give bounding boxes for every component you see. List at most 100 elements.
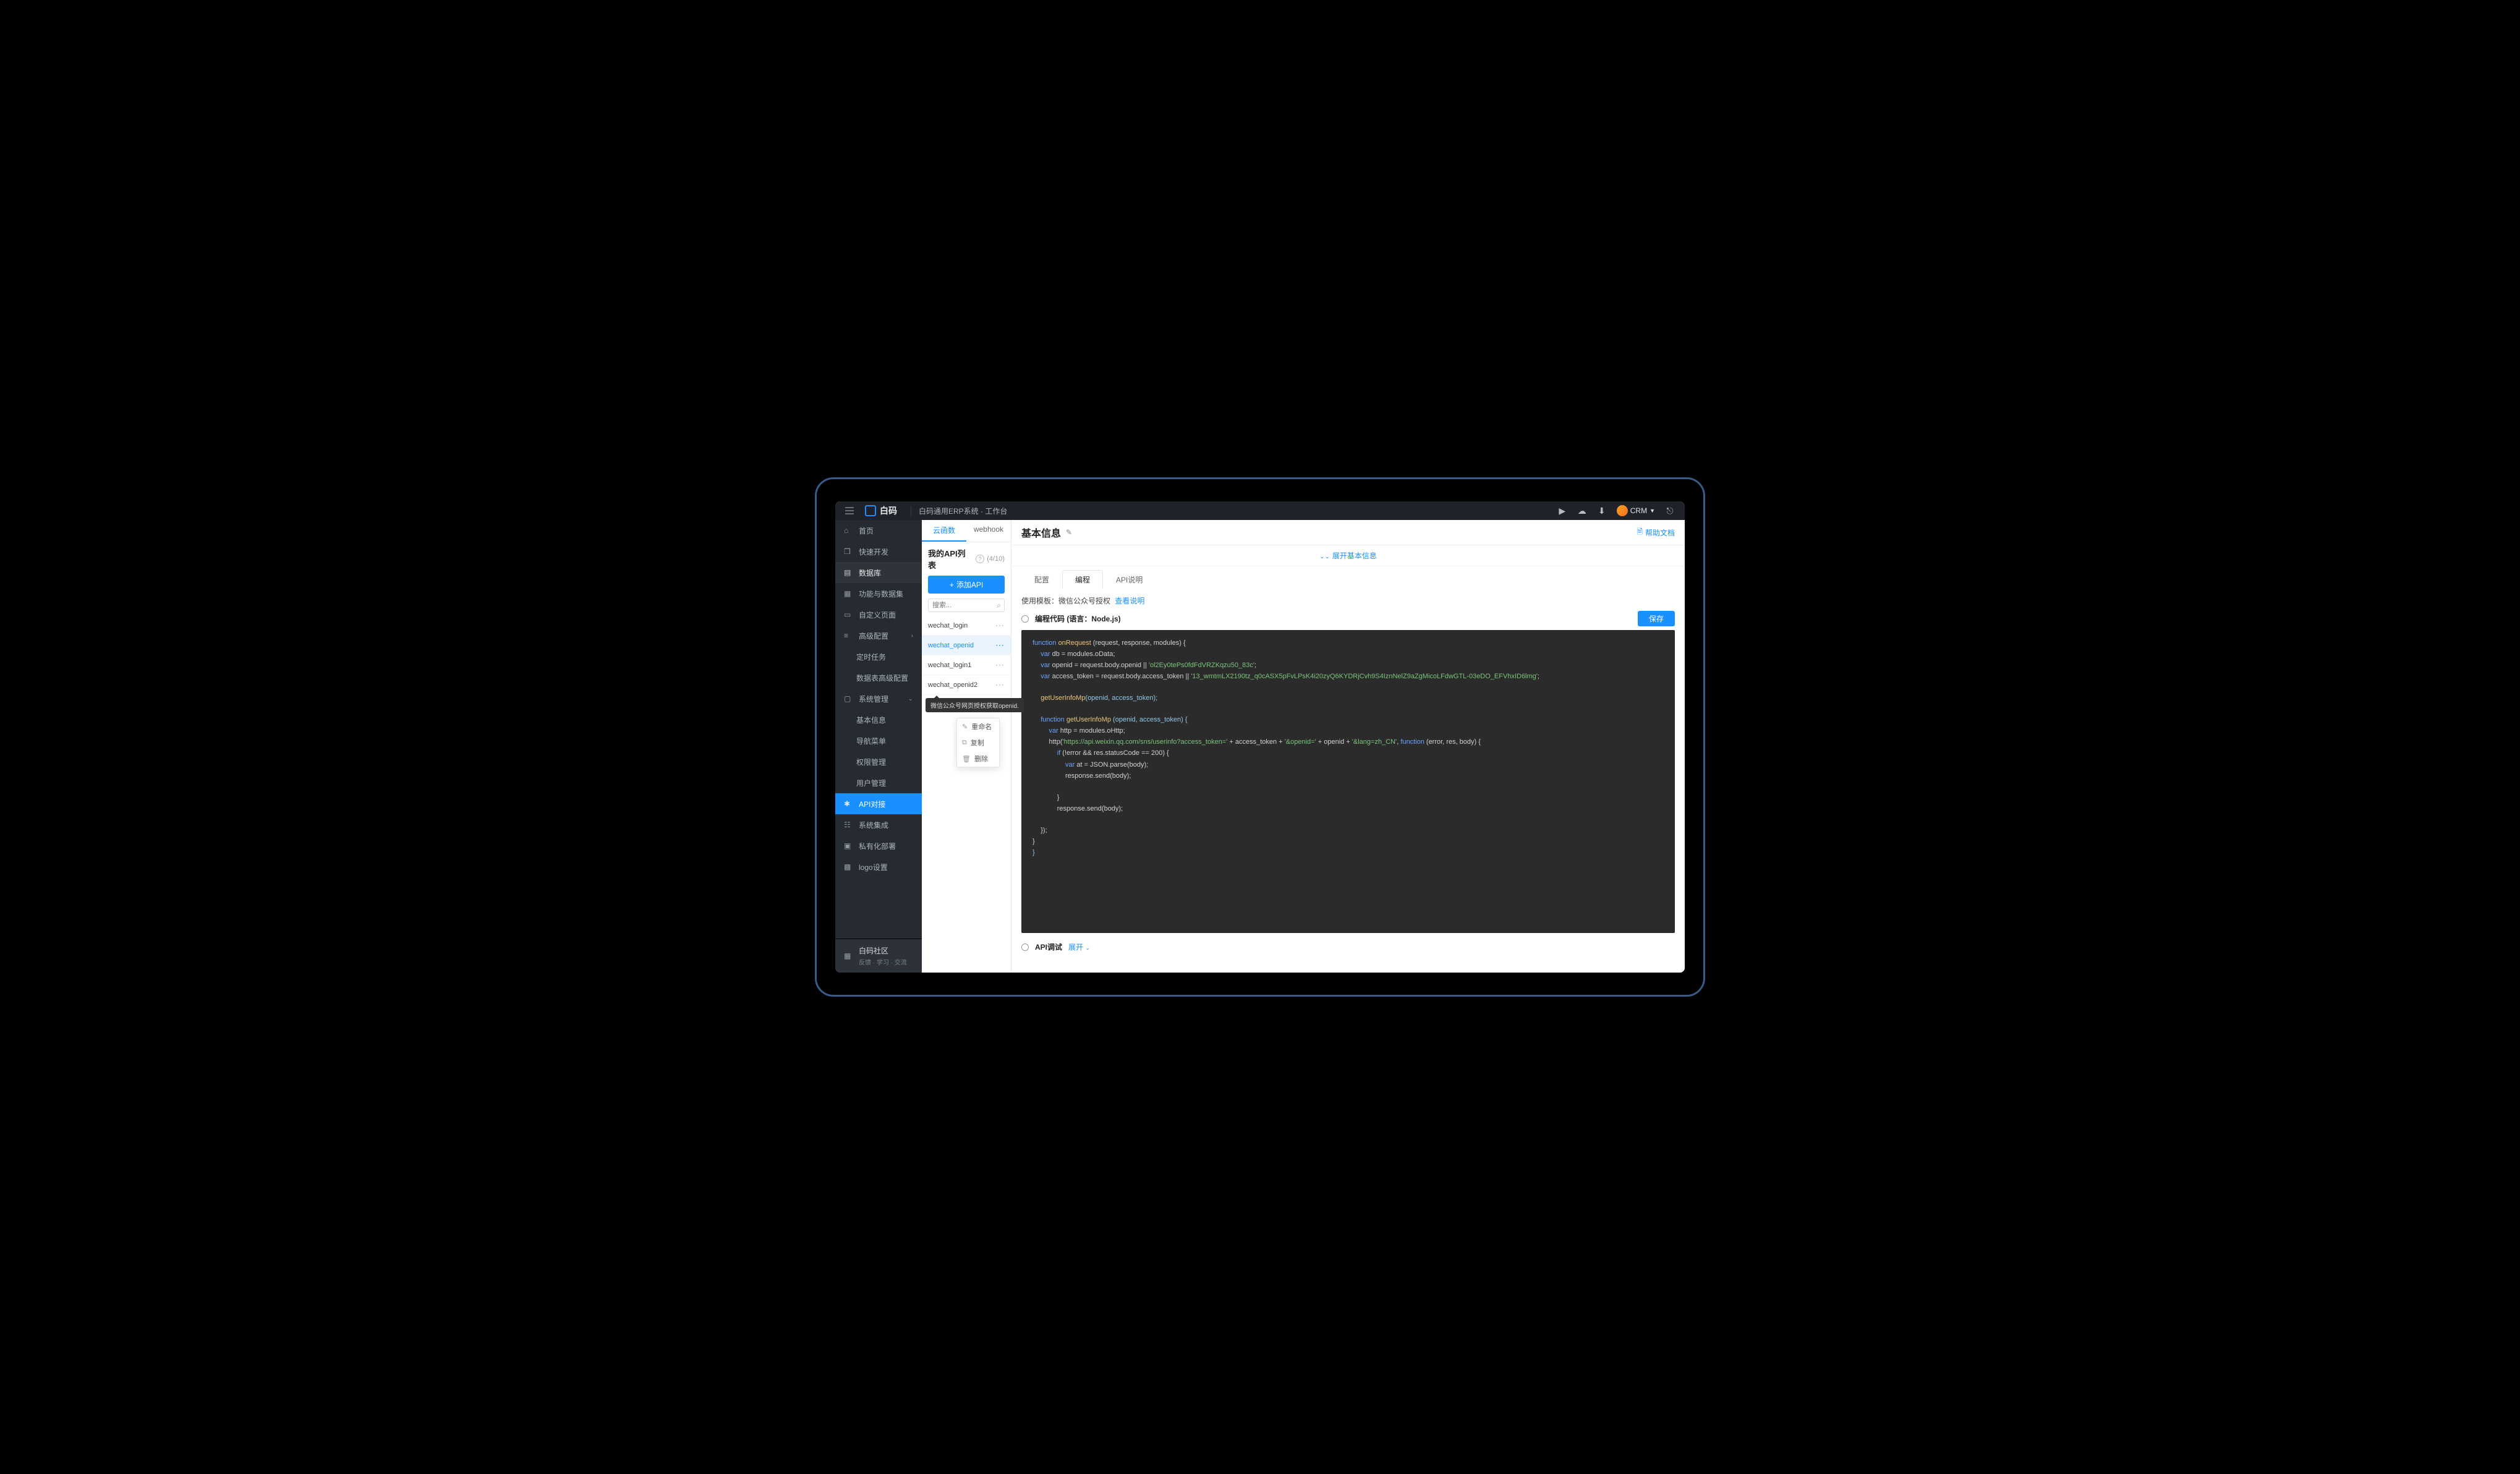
more-icon[interactable]: ⋯: [995, 640, 1005, 650]
page-icon: ▭: [844, 610, 853, 619]
chevron-down-icon: ⌄: [908, 696, 913, 702]
brand-logo[interactable]: 白码: [865, 505, 897, 517]
nav-label: 功能与数据集: [859, 589, 903, 599]
cloud-icon[interactable]: ☁: [1573, 502, 1591, 519]
sidebar-item-api[interactable]: ✱API对接: [835, 793, 922, 814]
tab-config[interactable]: 配置: [1021, 570, 1062, 589]
breadcrumb: 白码通用ERP系统 · 工作台: [911, 506, 1007, 516]
main-content: 基本信息✎ 🗎帮助文档 ⌄⌄展开基本信息 配置 编程 API说明 使用模板：微信…: [1011, 520, 1685, 973]
nav-label: 用户管理: [856, 778, 886, 788]
debug-expand[interactable]: 展开 ⌄: [1068, 942, 1090, 952]
debug-title: API调试: [1035, 942, 1062, 952]
add-api-button[interactable]: +添加API: [928, 576, 1005, 594]
user-name: CRM: [1630, 506, 1647, 515]
api-row[interactable]: wechat_login ⋯: [922, 616, 1011, 636]
footer-title: 白码社区: [859, 945, 907, 956]
nav-label: 数据表高级配置: [856, 673, 908, 683]
tab-webhook[interactable]: webhook: [966, 520, 1011, 542]
ctx-rename[interactable]: ✎重命名: [957, 718, 999, 735]
sidebar-item-custom-page[interactable]: ▭ 自定义页面: [835, 604, 922, 625]
template-link[interactable]: 查看说明: [1115, 597, 1144, 605]
sidebar-footer[interactable]: ▦ 白码社区 反馈 · 学习 · 交流: [835, 939, 922, 973]
server-icon: ▣: [844, 841, 853, 850]
help-doc-link[interactable]: 🗎帮助文档: [1637, 526, 1675, 539]
footer-subtitle: 反馈 · 学习 · 交流: [859, 957, 907, 966]
doc-icon: 🗎: [1637, 526, 1643, 539]
ctx-copy[interactable]: ⧉复制: [957, 735, 999, 751]
nav-label: 系统集成: [859, 820, 888, 830]
help-icon[interactable]: ?: [976, 555, 984, 563]
api-row-label: wechat_login1: [928, 662, 971, 669]
api-row-label: wechat_login: [928, 622, 968, 629]
radio-icon[interactable]: [1021, 615, 1029, 623]
radio-icon[interactable]: [1021, 944, 1029, 951]
save-button[interactable]: 保存: [1638, 611, 1675, 626]
expand-basic-info[interactable]: ⌄⌄展开基本信息: [1011, 545, 1685, 566]
sidebar-item-basic-info[interactable]: 基本信息: [835, 709, 922, 730]
logout-icon[interactable]: ⎋: [1661, 502, 1679, 519]
sidebar-item-integration[interactable]: ☷ 系统集成: [835, 814, 922, 835]
cube-icon: ❒: [844, 547, 853, 556]
more-icon[interactable]: ⋯: [995, 620, 1005, 631]
nav-label: 自定义页面: [859, 610, 896, 620]
sliders-icon: ≡: [844, 631, 853, 640]
plus-icon: +: [950, 581, 954, 589]
logo-mark-icon: [865, 505, 876, 516]
more-icon[interactable]: ⋯: [995, 660, 1005, 670]
code-tabs: 配置 编程 API说明: [1021, 570, 1675, 589]
sidebar-item-users[interactable]: 用户管理: [835, 772, 922, 793]
sidebar-item-quick-dev[interactable]: ❒ 快速开发: [835, 541, 922, 562]
nav-label: 私有化部署: [859, 841, 896, 851]
sidebar-item-cron[interactable]: 定时任务: [835, 646, 922, 667]
sidebar-item-sysmgmt[interactable]: ▢ 系统管理 ⌄: [835, 688, 922, 709]
sidebar-item-advanced[interactable]: ≡高级配置›: [835, 625, 922, 646]
sidebar-item-table-adv[interactable]: 数据表高级配置: [835, 667, 922, 688]
user-menu[interactable]: CRM ▼: [1613, 505, 1659, 516]
api-list-panel: 云函数 webhook 我的API列表 ? (4/10) +添加API ⌕ we…: [922, 520, 1011, 973]
tab-cloud-func[interactable]: 云函数: [922, 520, 966, 542]
chevron-right-icon: ›: [911, 633, 913, 639]
home-icon: ⌂: [844, 526, 853, 535]
tab-apidoc[interactable]: API说明: [1103, 570, 1156, 589]
api-row[interactable]: wechat_login1 ⋯: [922, 655, 1011, 675]
api-row[interactable]: wechat_openid2⋯ 微信公众号网页授权获取openid. ✎重命名 …: [922, 675, 1011, 695]
sidebar-item-onprem[interactable]: ▣ 私有化部署: [835, 835, 922, 856]
top-bar: 白码 白码通用ERP系统 · 工作台 ▶ ☁ ⬇ CRM ▼ ⎋: [835, 501, 1685, 520]
template-row: 使用模板：微信公众号授权 查看说明: [1021, 595, 1675, 606]
api-row[interactable]: wechat_openid⋯: [922, 636, 1011, 655]
sidebar-item-nav-menu[interactable]: 导航菜单: [835, 730, 922, 751]
nav-label: 快速开发: [859, 547, 888, 557]
api-counter: (4/10): [987, 555, 1005, 563]
sidebar-item-logo[interactable]: ▩ logo设置: [835, 856, 922, 877]
code-editor[interactable]: function onRequest (request, response, m…: [1021, 630, 1675, 933]
page-title: 基本信息✎: [1021, 525, 1072, 540]
more-icon[interactable]: ⋯: [995, 679, 1005, 690]
nav-label: 权限管理: [856, 757, 886, 767]
sidebar-item-home[interactable]: ⌂ 首页: [835, 520, 922, 541]
record-icon[interactable]: ▶: [1554, 502, 1571, 519]
search-input[interactable]: [928, 599, 1005, 612]
sidebar-item-permissions[interactable]: 权限管理: [835, 751, 922, 772]
nav-label: logo设置: [859, 862, 888, 872]
api-row-label: wechat_openid2: [928, 681, 977, 689]
tab-code[interactable]: 编程: [1062, 570, 1103, 589]
nav-label: 数据库: [859, 568, 881, 578]
search-icon[interactable]: ⌕: [997, 601, 1001, 610]
sidebar-item-database[interactable]: ▤数据库: [835, 562, 922, 583]
brand-name: 白码: [880, 505, 897, 517]
image-icon: ▩: [844, 863, 853, 871]
sidebar-item-functions[interactable]: ▦ 功能与数据集: [835, 583, 922, 604]
nav-label: 定时任务: [856, 652, 886, 662]
monitor-icon: ▢: [844, 694, 853, 703]
edit-icon[interactable]: ✎: [1066, 528, 1072, 537]
ctx-delete[interactable]: 🗑删除: [957, 751, 999, 767]
layers-icon: ☷: [844, 820, 853, 829]
community-icon: ▦: [844, 952, 853, 960]
grid-icon: ▦: [844, 589, 853, 598]
panel-title: 我的API列表: [928, 547, 973, 571]
download-icon[interactable]: ⬇: [1593, 502, 1611, 519]
menu-toggle-icon[interactable]: [843, 504, 856, 518]
nav-label: 系统管理: [859, 694, 888, 704]
code-section-title: 编程代码 (语言：Node.js): [1035, 613, 1121, 624]
nav-label: 首页: [859, 526, 874, 536]
